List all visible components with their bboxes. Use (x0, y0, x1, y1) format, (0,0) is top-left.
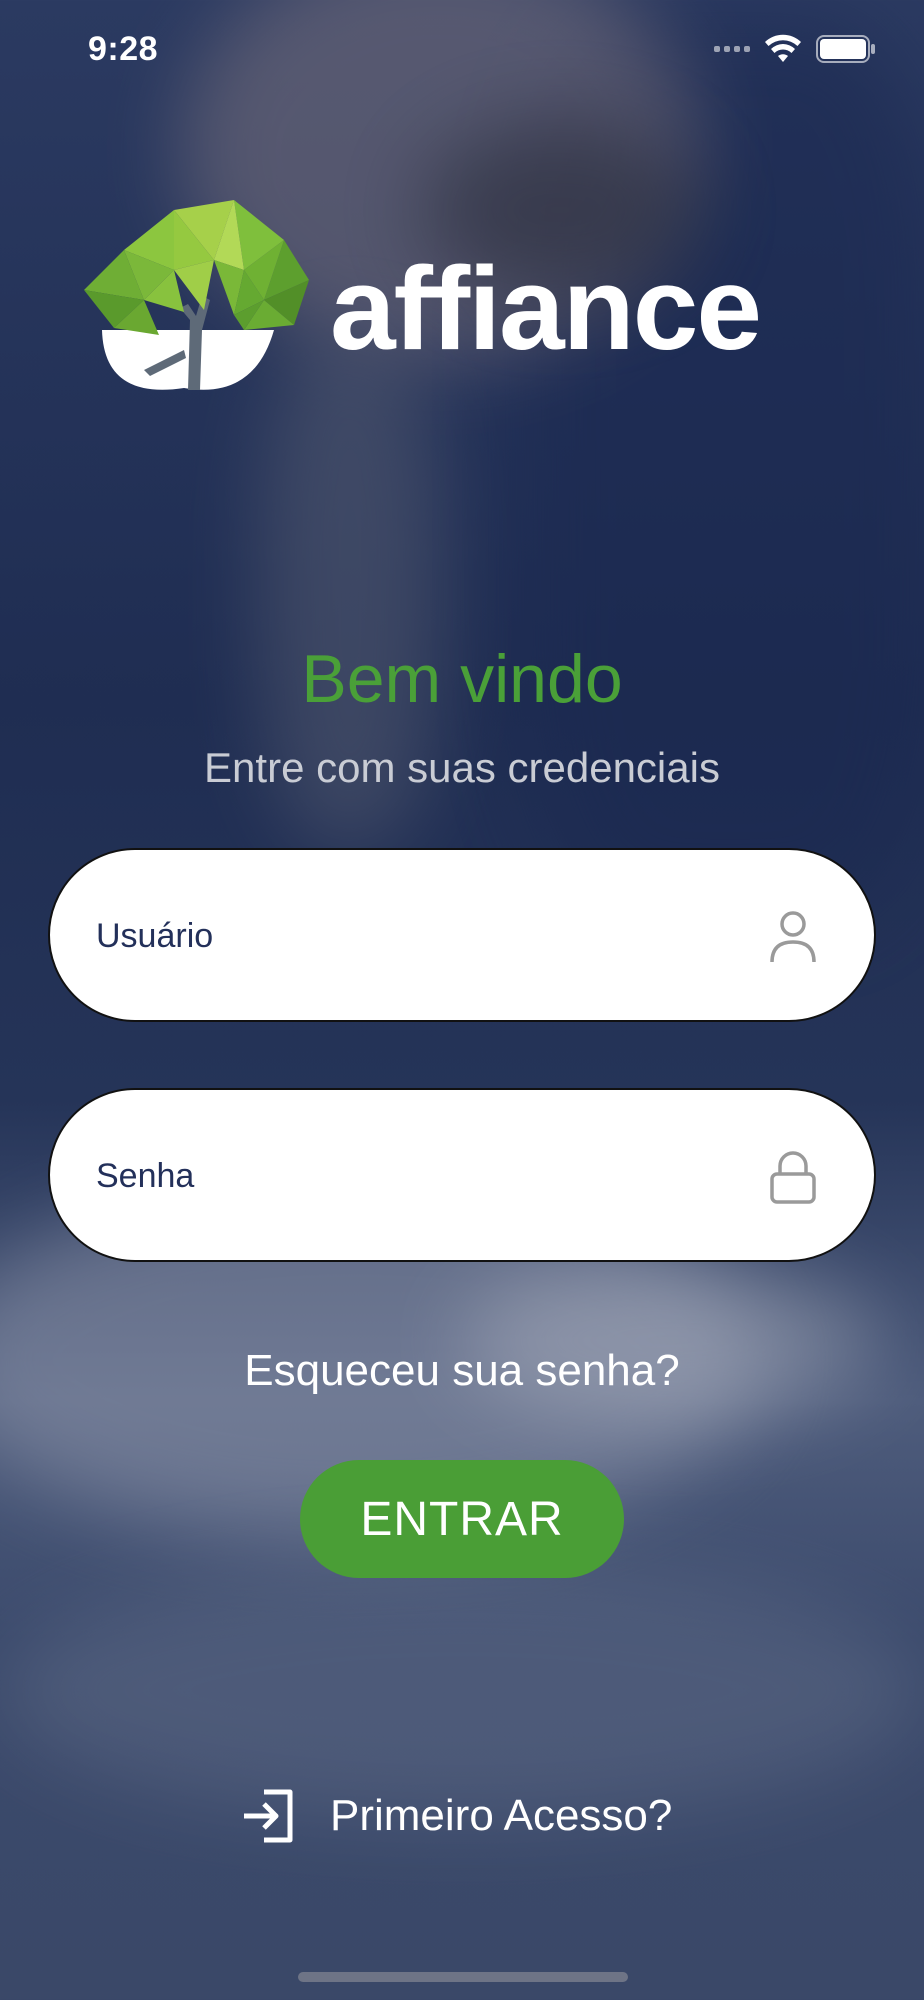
brand-logo-text: affiance (330, 243, 762, 375)
password-field[interactable] (48, 1088, 876, 1262)
battery-icon (816, 35, 875, 63)
welcome-subtitle: Entre com suas credenciais (204, 744, 720, 791)
user-icon (770, 911, 816, 963)
status-bar: 9:28 (0, 0, 924, 100)
forgot-password-link[interactable]: Esqueceu sua senha? (0, 1346, 924, 1396)
lock-icon (770, 1151, 816, 1204)
enter-button[interactable]: ENTRAR (300, 1460, 624, 1578)
login-icon (244, 1789, 293, 1843)
background-blur (460, 1260, 880, 1420)
status-icons (714, 34, 876, 64)
home-indicator[interactable] (298, 1972, 628, 1982)
username-input[interactable] (94, 850, 738, 1022)
username-field[interactable] (48, 848, 876, 1022)
signal-icon (714, 46, 750, 52)
wifi-icon (765, 34, 801, 62)
password-input[interactable] (94, 1090, 738, 1262)
first-access-link[interactable]: Primeiro Acesso? (242, 1780, 672, 1852)
status-time: 9:28 (88, 30, 159, 68)
first-access-label: Primeiro Acesso? (330, 1791, 673, 1840)
welcome-title: Bem vindo (301, 641, 623, 717)
enter-button-label: ENTRAR (360, 1492, 564, 1546)
